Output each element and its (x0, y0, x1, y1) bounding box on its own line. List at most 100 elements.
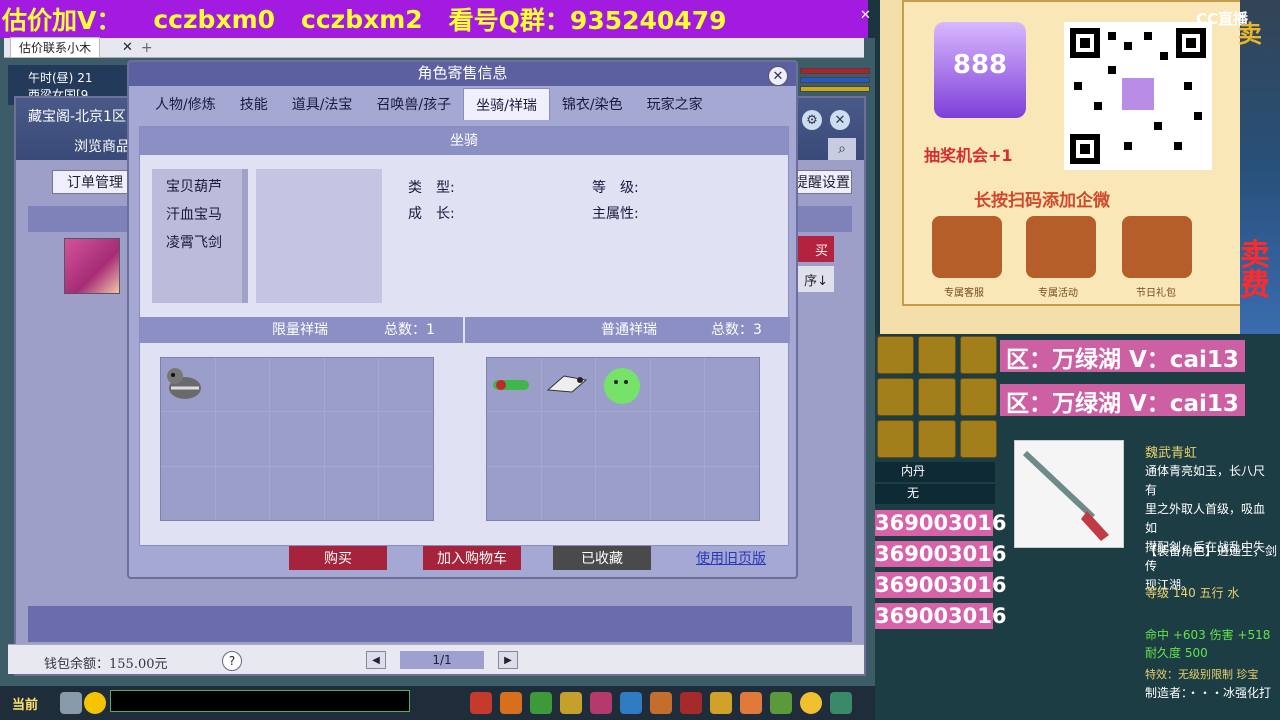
grid-slot[interactable] (650, 466, 705, 520)
customer-service-icon[interactable] (932, 216, 1002, 278)
reminder-settings-button[interactable]: 提醒设置 (792, 170, 852, 194)
gear-icon[interactable]: ⚙ (802, 110, 822, 130)
mount-item[interactable]: 汗血宝马 (166, 203, 242, 231)
grid-slot[interactable] (705, 358, 759, 412)
event-scroll-icon[interactable] (1026, 216, 1096, 278)
buy-button[interactable]: 购买 (289, 546, 387, 570)
skill-icon[interactable] (918, 420, 956, 458)
skill-icon[interactable] (877, 336, 915, 374)
tab-outfits[interactable]: 锦衣/染色 (550, 88, 635, 120)
skill-icon[interactable] (918, 336, 956, 374)
tab-skills[interactable]: 技能 (228, 88, 280, 120)
tab-mounts[interactable]: 坐骑/祥瑞 (463, 88, 550, 120)
banner-wx1: cczbxm0 (153, 4, 276, 34)
grid-slot[interactable] (650, 358, 705, 412)
toolbar-icon-2[interactable] (500, 692, 522, 714)
grid-slot[interactable] (270, 412, 324, 466)
chat-input[interactable] (110, 690, 410, 712)
grid-slot[interactable] (541, 412, 596, 466)
skill-icon[interactable] (959, 420, 997, 458)
grid-slot[interactable] (270, 358, 324, 412)
list-buy-button[interactable]: 买 (796, 236, 834, 262)
normal-grid (486, 357, 760, 521)
favorited-button[interactable]: 已收藏 (553, 546, 651, 570)
banner-close-icon[interactable]: ✕ (860, 8, 874, 23)
grid-slot[interactable] (705, 412, 759, 466)
chat-channel[interactable]: 当前 (12, 694, 38, 713)
tab-home[interactable]: 玩家之家 (635, 88, 715, 120)
wallet-balance: 钱包余额：155.00元 (44, 657, 168, 672)
grid-slot[interactable] (705, 466, 759, 520)
grid-slot[interactable] (161, 466, 215, 520)
tab-character[interactable]: 人物/修炼 (143, 88, 228, 120)
grid-slot[interactable] (487, 358, 541, 412)
grid-slot[interactable] (215, 412, 270, 466)
close-icon[interactable]: ✕ (830, 110, 850, 130)
skill-icon[interactable] (877, 420, 915, 458)
mount-item[interactable]: 宝贝葫芦 (166, 175, 242, 203)
toolbar-icon-1[interactable] (470, 692, 492, 714)
microphone-icon[interactable] (60, 692, 82, 714)
grid-slot[interactable] (487, 412, 541, 466)
search-icon[interactable]: ⌕ (828, 138, 856, 160)
toolbar-icon-8[interactable] (680, 692, 702, 714)
grid-slot[interactable] (215, 466, 270, 520)
tab-pets[interactable]: 召唤兽/孩子 (364, 88, 463, 120)
old-version-link[interactable]: 使用旧页版 (691, 546, 771, 570)
qq-number: 369003016 (875, 572, 1007, 598)
toolbar-icon-7[interactable] (650, 692, 672, 714)
grid-slot[interactable] (541, 466, 596, 520)
window-tab[interactable]: 估价联系小木 (10, 37, 101, 58)
top-banner: 估价加V： cczbxm0 cczbxm2 看号Q群：935240479 (0, 0, 868, 38)
tab-items[interactable]: 道具/法宝 (280, 88, 365, 120)
help-icon[interactable]: ? (222, 651, 242, 671)
mount-item[interactable]: 凌霄飞剑 (166, 231, 242, 259)
close-tab-icon[interactable]: ✕ (122, 40, 133, 55)
grid-slot[interactable] (379, 358, 433, 412)
grid-slot[interactable] (650, 412, 705, 466)
time-label: 午时(昼) (28, 71, 74, 85)
weapon-image (1014, 440, 1124, 548)
announcement: 区：万绿湖 V：cai13 (1000, 340, 1245, 373)
toolbar-icon-11[interactable] (770, 692, 792, 714)
toolbar-icon-3[interactable] (530, 692, 552, 714)
close-icon[interactable]: ✕ (768, 66, 788, 86)
grid-slot[interactable] (161, 412, 215, 466)
grid-slot[interactable] (596, 412, 650, 466)
skill-icon[interactable] (959, 378, 997, 416)
toolbar-icon-9[interactable] (710, 692, 732, 714)
avatar[interactable] (64, 238, 120, 294)
perk-label: 专属活动 (1038, 288, 1078, 299)
grid-slot[interactable] (487, 466, 541, 520)
emoji-icon[interactable] (84, 692, 106, 714)
next-page-button[interactable]: ▶ (498, 651, 518, 669)
skill-icon[interactable] (959, 336, 997, 374)
add-to-cart-button[interactable]: 加入购物车 (423, 546, 521, 570)
grid-slot[interactable] (541, 358, 596, 412)
grid-slot[interactable] (596, 466, 650, 520)
grid-slot[interactable] (379, 412, 433, 466)
toolbar-icon-5[interactable] (590, 692, 612, 714)
grid-slot[interactable] (379, 466, 433, 520)
qr-code[interactable] (1064, 22, 1212, 170)
toolbar-icon-4[interactable] (560, 692, 582, 714)
browse-link[interactable]: 浏览商品 (74, 136, 130, 156)
grid-slot[interactable] (324, 358, 379, 412)
grid-slot[interactable] (270, 466, 324, 520)
new-tab-icon[interactable]: + (141, 40, 153, 56)
grid-slot[interactable] (324, 412, 379, 466)
grid-slot[interactable] (324, 466, 379, 520)
prev-page-button[interactable]: ◀ (366, 651, 386, 669)
toolbar-icon-13[interactable] (830, 692, 852, 714)
skill-icon[interactable] (877, 378, 915, 416)
toolbar-icon-6[interactable] (620, 692, 642, 714)
order-manage-button[interactable]: 订单管理 (52, 170, 138, 194)
grid-slot[interactable] (161, 358, 215, 412)
gift-chest-icon[interactable] (1122, 216, 1192, 278)
toolbar-icon-10[interactable] (740, 692, 762, 714)
grid-slot[interactable] (215, 358, 270, 412)
skill-icon[interactable] (918, 378, 956, 416)
toolbar-icon-12[interactable] (800, 692, 822, 714)
sort-button[interactable]: 序↓ (796, 266, 834, 292)
grid-slot[interactable] (596, 358, 650, 412)
